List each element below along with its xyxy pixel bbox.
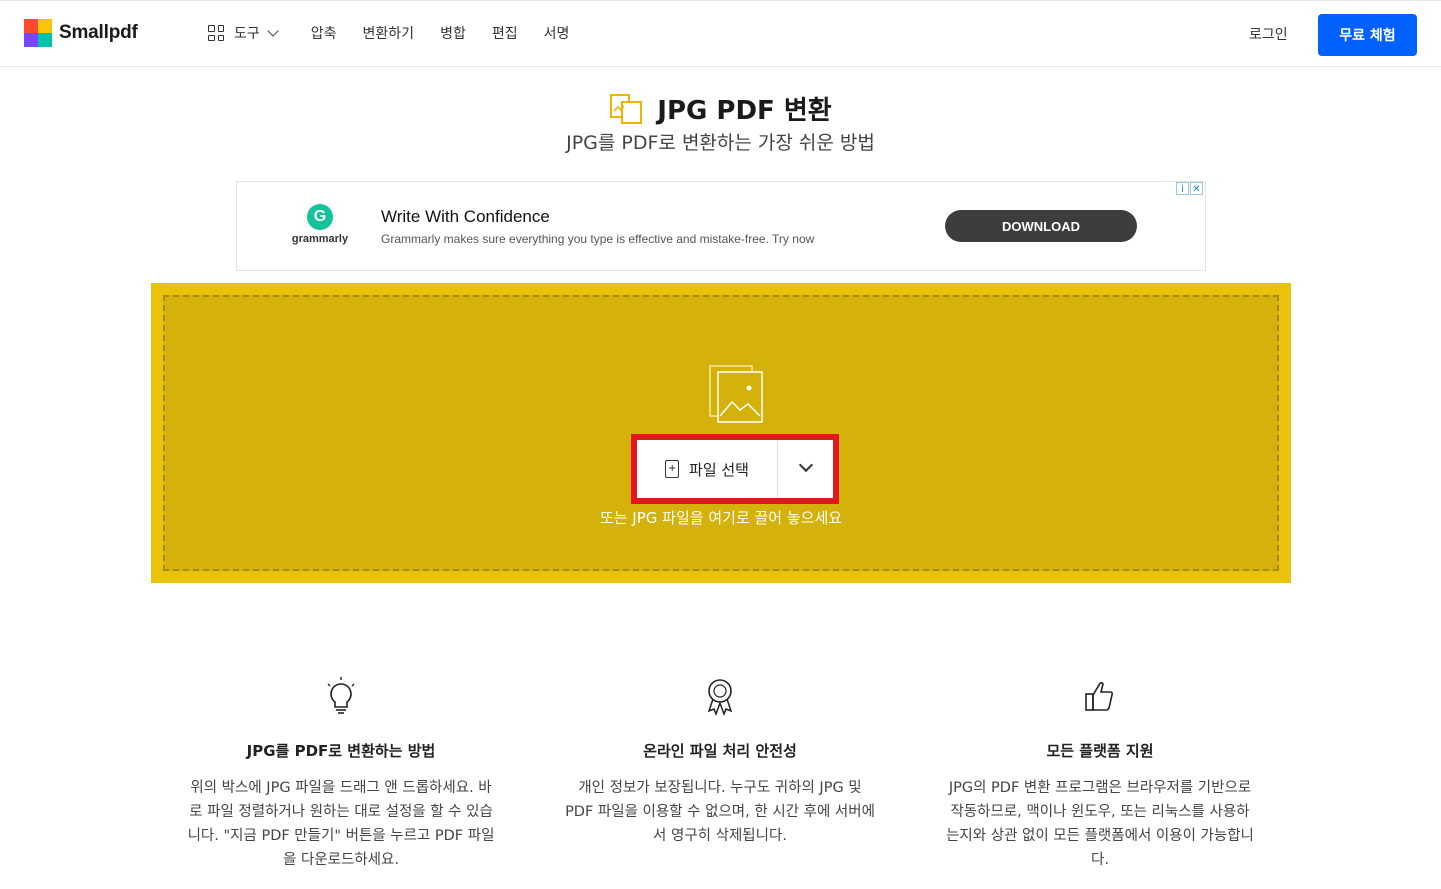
- nav-item-edit[interactable]: 편집: [492, 23, 518, 43]
- nav-item-compress[interactable]: 압축: [311, 23, 337, 43]
- ad-banner[interactable]: G grammarly Write With Confidence Gramma…: [236, 181, 1206, 271]
- nav-item-sign[interactable]: 서명: [544, 23, 570, 43]
- feature-text: 개인 정보가 보장됩니다. 누구도 귀하의 JPG 및 PDF 파일을 이용할 …: [565, 780, 875, 844]
- feature-title: 온라인 파일 처리 안전성: [643, 742, 797, 760]
- grid-icon: [208, 25, 224, 41]
- ad-download-button[interactable]: DOWNLOAD: [945, 210, 1137, 242]
- choose-file-button[interactable]: 파일 선택: [637, 440, 777, 498]
- ad-info-icon[interactable]: i: [1176, 182, 1189, 195]
- feature-security: 온라인 파일 처리 안전성 개인 정보가 보장됩니다. 누구도 귀하의 JPG …: [565, 676, 875, 848]
- grammarly-g-icon: G: [307, 204, 333, 230]
- thumbs-up-icon: [1085, 681, 1114, 711]
- feature-text: 위의 박스에 JPG 파일을 드래그 앤 드롭하세요. 바로 파일 정렬하거나 …: [187, 780, 495, 868]
- ad-headline: Write With Confidence: [381, 207, 550, 226]
- choose-file-label: 파일 선택: [689, 460, 749, 479]
- top-header: Smallpdf 도구 압축 변환하기 병합 편집 서명 로그인 무료 체험: [0, 0, 1441, 67]
- nav-tools-label: 도구: [234, 26, 260, 42]
- lightbulb-icon: [327, 677, 355, 714]
- free-trial-button[interactable]: 무료 체험: [1318, 14, 1417, 56]
- add-file-icon: [665, 460, 680, 478]
- chevron-down-icon: [267, 25, 279, 37]
- choose-file-highlight: 파일 선택: [631, 434, 839, 504]
- chevron-down-icon[interactable]: [798, 457, 814, 473]
- nav-item-merge[interactable]: 병합: [440, 23, 466, 43]
- ad-choices: i ✕: [1175, 182, 1203, 195]
- smallpdf-logo[interactable]: Smallpdf: [24, 19, 138, 47]
- award-ribbon-icon: [707, 679, 733, 717]
- image-files-icon: [709, 365, 763, 423]
- nav-tools-menu[interactable]: 도구: [208, 23, 279, 43]
- login-link[interactable]: 로그인: [1249, 24, 1288, 44]
- drop-hint-text: 또는 JPG 파일을 여기로 끌어 놓으세요: [599, 509, 843, 527]
- jpg-pdf-icon: [610, 93, 643, 124]
- grammarly-wordmark: grammarly: [291, 233, 349, 245]
- ad-close-icon[interactable]: ✕: [1190, 182, 1203, 195]
- file-drop-area[interactable]: 파일 선택 또는 JPG 파일을 여기로 끌어 놓으세요: [163, 295, 1279, 571]
- feature-how-to: JPG를 PDF로 변환하는 방법 위의 박스에 JPG 파일을 드래그 앤 드…: [186, 676, 496, 872]
- page-title-row: JPG PDF 변환: [0, 90, 1441, 127]
- feature-title: JPG를 PDF로 변환하는 방법: [246, 742, 436, 760]
- button-divider: [777, 440, 778, 498]
- logo-icon: [24, 19, 52, 47]
- logo-text: Smallpdf: [59, 22, 138, 43]
- page-title: JPG PDF 변환: [657, 96, 832, 126]
- nav-item-convert[interactable]: 변환하기: [363, 23, 415, 43]
- main-nav: 도구 압축 변환하기 병합 편집 서명: [208, 23, 595, 43]
- feature-title: 모든 플랫폼 지원: [1046, 742, 1154, 760]
- feature-platforms: 모든 플랫폼 지원 JPG의 PDF 변환 프로그램은 브라우저를 기반으로 작…: [945, 676, 1255, 872]
- feature-text: JPG의 PDF 변환 프로그램은 브라우저를 기반으로 작동하므로, 맥이나 …: [946, 780, 1254, 868]
- file-drop-zone[interactable]: 파일 선택 또는 JPG 파일을 여기로 끌어 놓으세요: [151, 283, 1291, 583]
- grammarly-logo: G grammarly: [287, 204, 353, 245]
- ad-description: Grammarly makes sure everything you type…: [381, 232, 815, 246]
- page-subtitle: JPG를 PDF로 변환하는 가장 쉬운 방법: [566, 132, 875, 154]
